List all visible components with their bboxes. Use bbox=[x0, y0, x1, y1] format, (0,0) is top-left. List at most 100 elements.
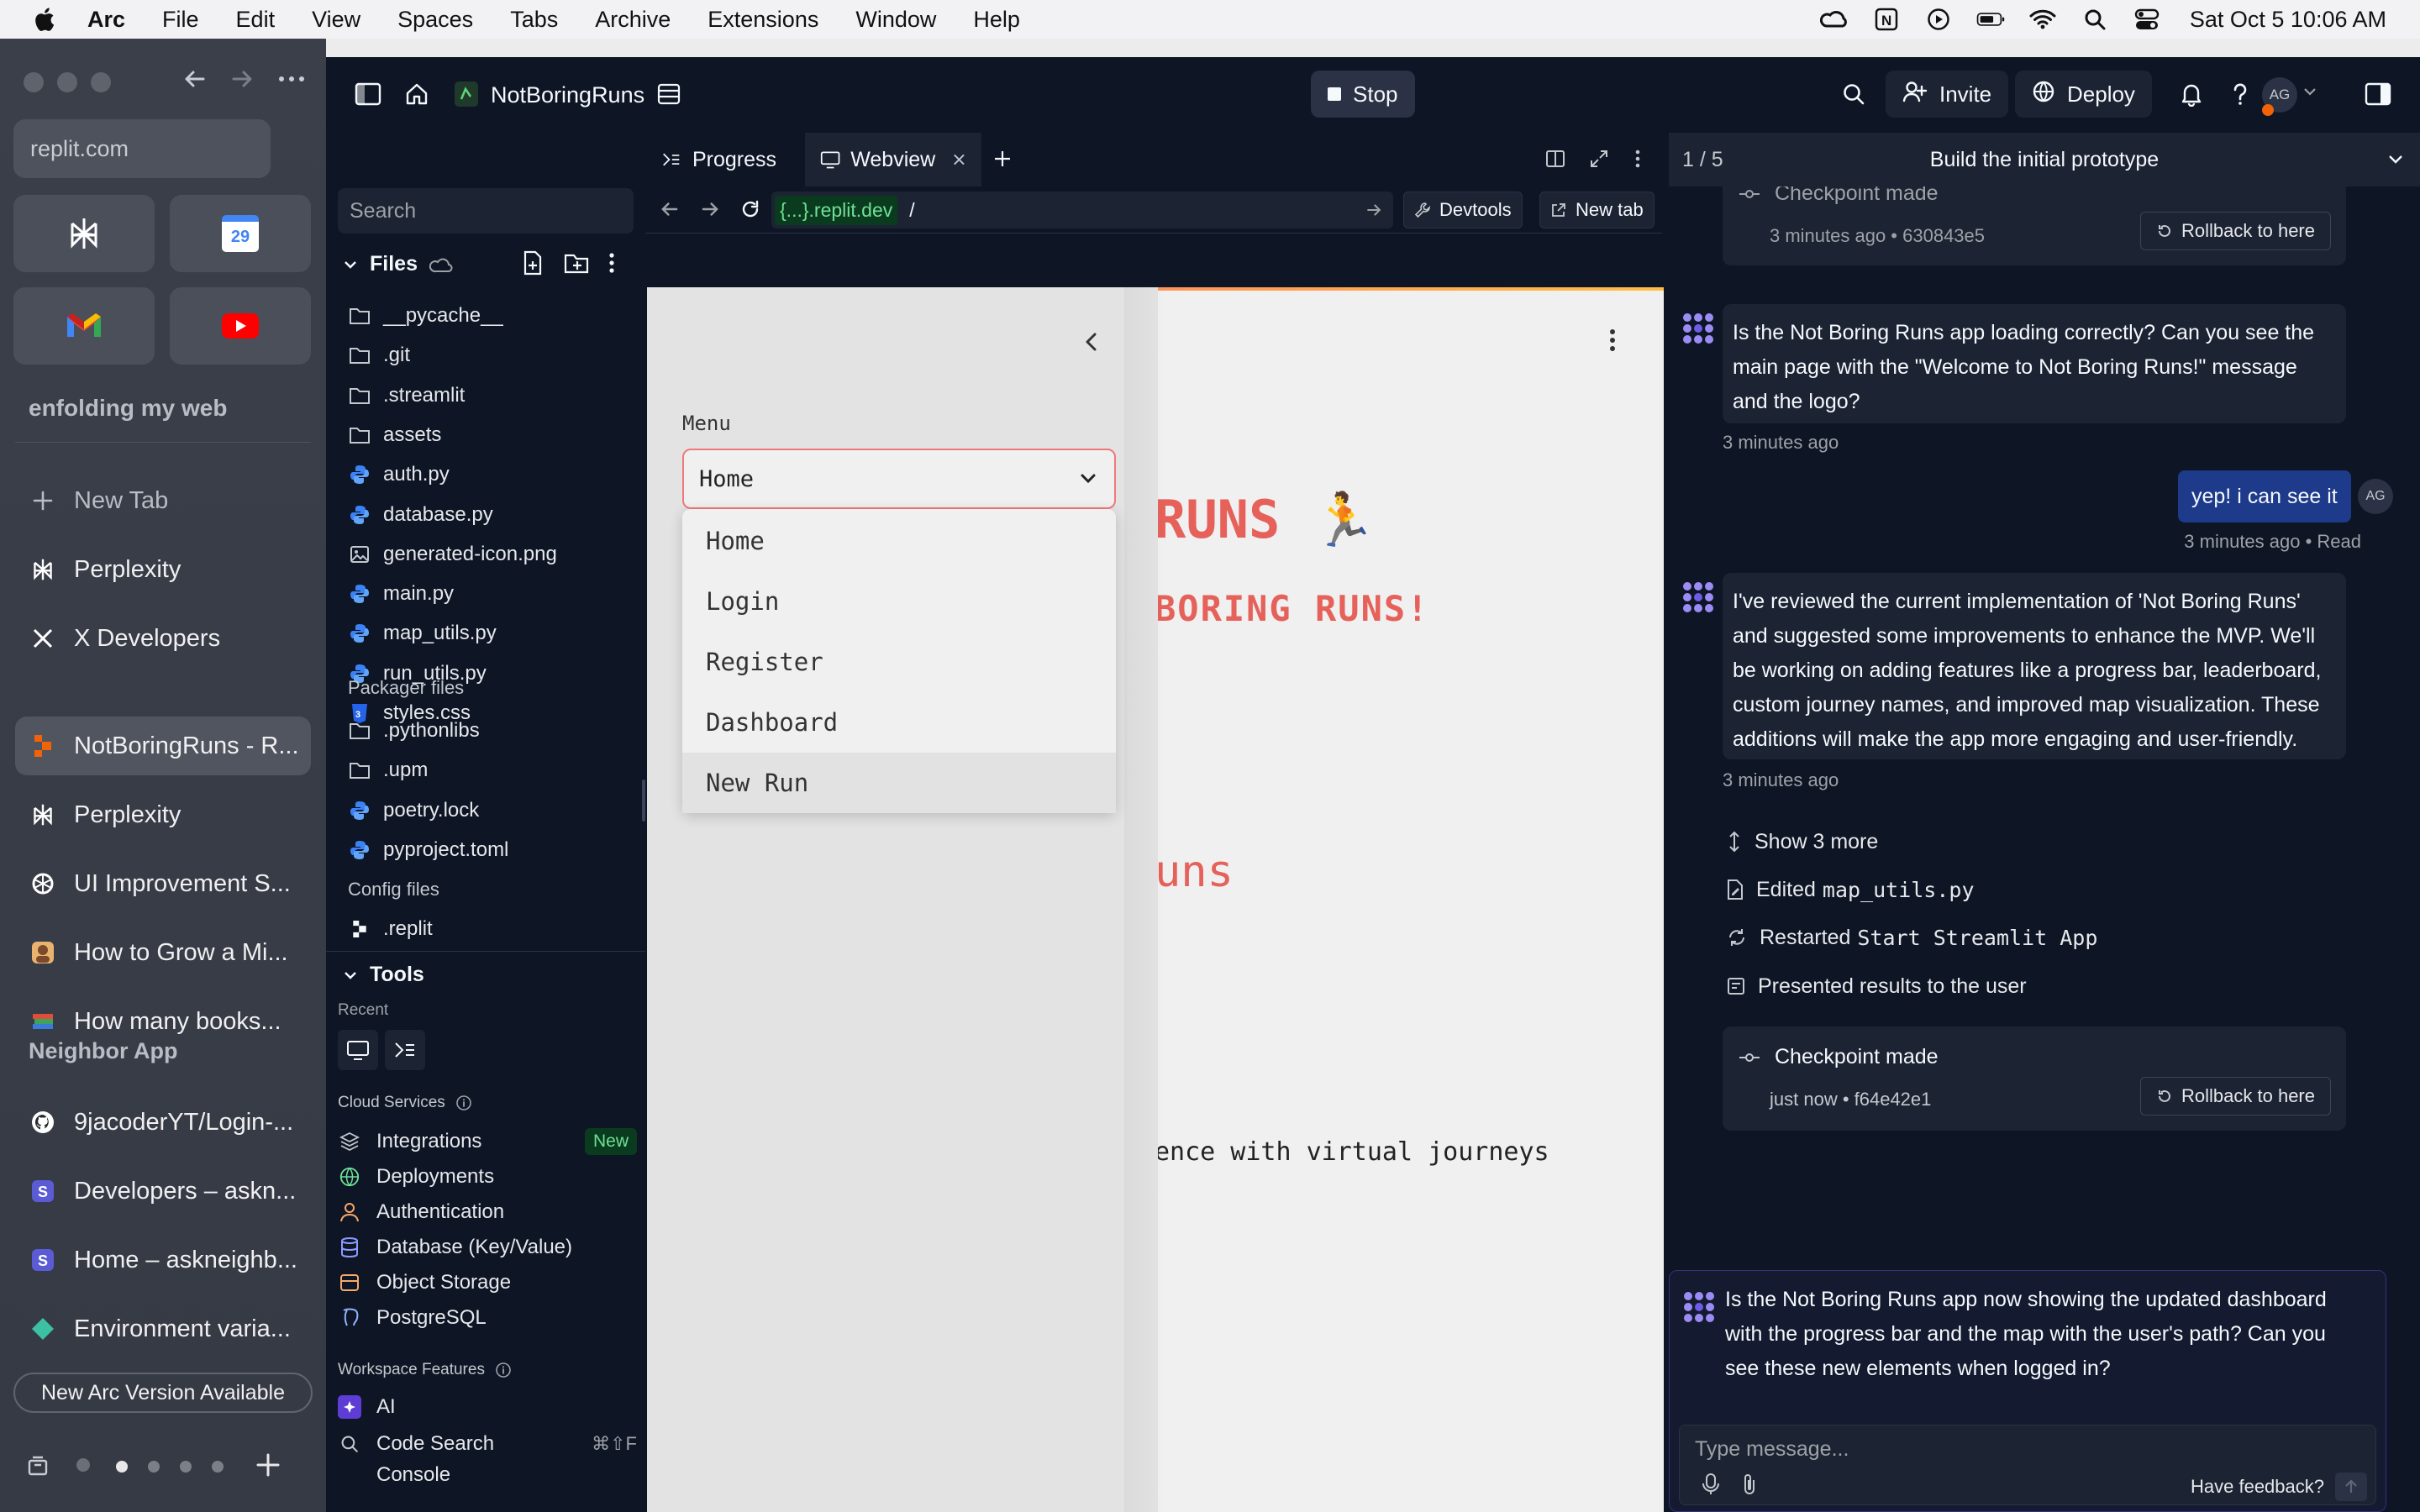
window-minimize-button[interactable] bbox=[57, 72, 77, 92]
devtools-button[interactable]: Devtools bbox=[1403, 192, 1523, 228]
more-dots-icon[interactable] bbox=[277, 66, 306, 97]
message-input[interactable]: Type message... bbox=[1695, 1437, 1849, 1462]
apple-logo-icon[interactable] bbox=[32, 6, 55, 33]
new-tab-button[interactable]: New tab bbox=[1539, 192, 1655, 228]
option-register[interactable]: Register bbox=[682, 632, 1116, 692]
wifi-icon[interactable] bbox=[2028, 7, 2057, 32]
pinned-perplexity[interactable] bbox=[13, 195, 155, 272]
info-icon[interactable] bbox=[455, 1095, 472, 1111]
add-space-icon[interactable] bbox=[255, 1452, 281, 1482]
tab-webview[interactable]: Webview bbox=[805, 133, 981, 186]
recent-webview-tool[interactable] bbox=[338, 1030, 378, 1070]
action-presented[interactable]: Presented results to the user bbox=[1726, 968, 2027, 1005]
tool-code-search[interactable]: Code Search ⌘⇧F bbox=[338, 1426, 637, 1462]
space-dot[interactable] bbox=[180, 1461, 192, 1473]
reload-icon[interactable] bbox=[739, 198, 761, 224]
sidebar-toggle-icon[interactable] bbox=[350, 76, 387, 113]
space-icon[interactable] bbox=[71, 1452, 96, 1482]
project-name[interactable]: NotBoringRuns bbox=[491, 82, 644, 108]
microphone-icon[interactable] bbox=[1702, 1473, 1720, 1500]
tab-how-to-grow[interactable]: How to Grow a Mi... bbox=[15, 923, 311, 982]
deploy-button[interactable]: Deploy bbox=[2015, 71, 2152, 118]
go-arrow-icon[interactable] bbox=[1365, 201, 1383, 219]
action-restarted[interactable]: Restarted Start Streamlit App bbox=[1726, 919, 2097, 956]
new-tab-button[interactable]: New Tab bbox=[15, 471, 311, 530]
tool-ai[interactable]: AI bbox=[338, 1389, 637, 1425]
file-row[interactable]: pyproject.toml bbox=[348, 833, 508, 867]
file-row[interactable]: .streamlit bbox=[348, 379, 465, 412]
option-dashboard[interactable]: Dashboard bbox=[682, 692, 1116, 753]
menu-tabs[interactable]: Tabs bbox=[510, 7, 558, 33]
menu-window[interactable]: Window bbox=[855, 7, 936, 33]
search-icon[interactable] bbox=[1835, 76, 1872, 113]
notifications-bell-icon[interactable] bbox=[2173, 76, 2210, 113]
file-row[interactable]: .upm bbox=[348, 753, 428, 787]
file-row[interactable]: .git bbox=[348, 339, 410, 372]
option-home[interactable]: Home bbox=[682, 511, 1116, 571]
action-edited[interactable]: Edited map_utils.py bbox=[1726, 871, 1975, 908]
file-search-input[interactable]: Search bbox=[338, 188, 634, 234]
send-button[interactable] bbox=[2335, 1473, 2367, 1501]
tool-integrations[interactable]: Integrations New bbox=[338, 1124, 637, 1159]
file-row[interactable]: main.py bbox=[348, 577, 454, 611]
tab-progress[interactable]: Progress bbox=[645, 133, 802, 186]
feedback-link[interactable]: Have feedback? bbox=[2191, 1476, 2324, 1498]
tab-github-login[interactable]: 9jacoderYT/Login-... bbox=[15, 1093, 311, 1152]
home-icon[interactable] bbox=[398, 76, 435, 113]
tool-database-kv[interactable]: Database (Key/Value) bbox=[338, 1230, 637, 1265]
menu-file[interactable]: File bbox=[162, 7, 199, 33]
tool-object-storage[interactable]: Object Storage bbox=[338, 1265, 637, 1300]
tool-deployments[interactable]: Deployments bbox=[338, 1159, 637, 1194]
battery-icon[interactable] bbox=[1976, 7, 2005, 32]
archive-icon[interactable] bbox=[25, 1452, 50, 1482]
stop-button[interactable]: Stop bbox=[1311, 71, 1415, 118]
info-icon[interactable] bbox=[495, 1362, 512, 1378]
file-row[interactable]: map_utils.py bbox=[348, 617, 497, 650]
menu-arc[interactable]: Arc bbox=[87, 7, 125, 33]
page-select[interactable]: Home bbox=[682, 449, 1116, 509]
file-row-replit-config[interactable]: .replit bbox=[348, 912, 433, 946]
files-menu-icon[interactable] bbox=[607, 250, 617, 280]
close-icon[interactable] bbox=[952, 152, 966, 167]
tab-perplexity-2[interactable]: Perplexity bbox=[15, 785, 311, 844]
pinned-gmail[interactable] bbox=[13, 287, 155, 365]
webview-url-input[interactable]: {...}.replit.dev / bbox=[771, 192, 1393, 228]
file-row[interactable]: auth.py bbox=[348, 458, 450, 491]
tool-postgresql[interactable]: PostgreSQL bbox=[338, 1300, 637, 1336]
invite-button[interactable]: Invite bbox=[1886, 71, 2009, 118]
help-icon[interactable] bbox=[2222, 76, 2259, 113]
add-tab-icon[interactable] bbox=[992, 148, 1013, 174]
update-banner-button[interactable]: New Arc Version Available bbox=[13, 1373, 313, 1413]
window-close-button[interactable] bbox=[24, 72, 44, 92]
menu-help[interactable]: Help bbox=[973, 7, 1020, 33]
arc-url-bar[interactable]: replit.com bbox=[13, 119, 271, 178]
notion-icon[interactable]: N bbox=[1872, 7, 1901, 32]
pinned-youtube[interactable] bbox=[170, 287, 311, 365]
rollback-button[interactable]: Rollback to here bbox=[2140, 1077, 2331, 1116]
task-header[interactable]: 1 / 5 Build the initial prototype bbox=[1669, 133, 2420, 186]
expand-icon[interactable] bbox=[1588, 148, 1610, 174]
attachment-icon[interactable] bbox=[1740, 1473, 1759, 1500]
collapse-sidebar-icon[interactable] bbox=[1082, 331, 1101, 357]
option-new-run[interactable]: New Run bbox=[682, 753, 1116, 813]
pane-menu-icon[interactable] bbox=[1634, 148, 1642, 174]
file-row[interactable]: generated-icon.png bbox=[348, 538, 557, 571]
file-row[interactable]: assets bbox=[348, 418, 441, 452]
space-dot-active[interactable] bbox=[116, 1461, 128, 1473]
file-row[interactable]: database.py bbox=[348, 498, 493, 532]
window-zoom-button[interactable] bbox=[91, 72, 111, 92]
back-arrow-icon[interactable] bbox=[659, 198, 681, 224]
tab-x-developers[interactable]: X Developers bbox=[15, 609, 311, 668]
space-dot[interactable] bbox=[148, 1461, 160, 1473]
folder-neighbor-app[interactable]: Neighbor App bbox=[29, 1038, 177, 1064]
tab-developers-askn[interactable]: S Developers – askn... bbox=[15, 1162, 311, 1221]
tool-console[interactable]: Console bbox=[338, 1463, 637, 1482]
tab-home-askneighb[interactable]: S Home – askneighb... bbox=[15, 1231, 311, 1289]
forward-arrow-icon[interactable] bbox=[229, 66, 255, 97]
file-row[interactable]: __pycache__ bbox=[348, 299, 503, 333]
back-arrow-icon[interactable] bbox=[182, 66, 208, 97]
tab-perplexity[interactable]: Perplexity bbox=[15, 540, 311, 599]
menu-archive[interactable]: Archive bbox=[595, 7, 671, 33]
files-header[interactable]: Files bbox=[343, 252, 453, 276]
space-dot[interactable] bbox=[212, 1461, 224, 1473]
